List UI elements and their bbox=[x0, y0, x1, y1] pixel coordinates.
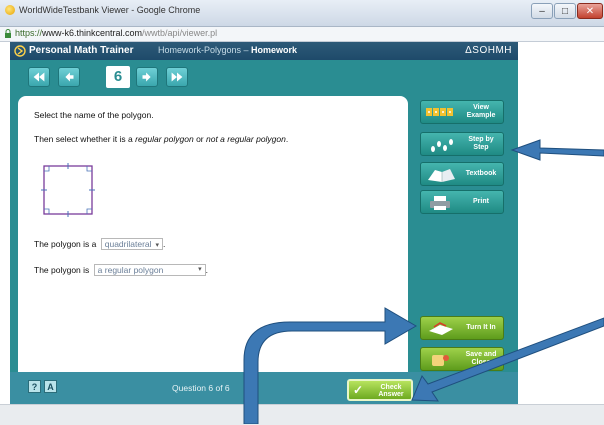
answer-2-label: The polygon is bbox=[34, 265, 90, 275]
window-title: WorldWideTestbank Viewer - Google Chrome bbox=[19, 5, 201, 15]
arrow-right-icon bbox=[142, 72, 151, 82]
regularity-value: a regular polygon bbox=[97, 265, 164, 275]
answer-1-label: The polygon is a bbox=[34, 239, 97, 249]
step-by-step-label: Step by Step bbox=[468, 136, 494, 151]
close-button[interactable]: ✕ bbox=[577, 3, 603, 19]
url-scheme: https:// bbox=[15, 28, 43, 38]
turn-it-in-label: Turn It In bbox=[466, 324, 496, 331]
check-answer-label: Check Answer bbox=[378, 384, 404, 398]
chrome-icon bbox=[5, 5, 15, 15]
title-bar: WorldWideTestbank Viewer - Google Chrome… bbox=[0, 0, 604, 27]
view-example-button[interactable]: View Example bbox=[420, 100, 504, 124]
open-book-icon bbox=[428, 169, 455, 182]
polygon-name-dropdown[interactable]: quadrilateral ▾ bbox=[100, 238, 164, 250]
dropdown-arrow-icon: ▾ bbox=[198, 266, 202, 273]
answer-2-period: . bbox=[205, 265, 209, 275]
check-answer-button[interactable]: ✓ Check Answer bbox=[347, 379, 413, 401]
hmh-logo: ΔSOHMH bbox=[465, 45, 512, 56]
turn-in-tray-icon bbox=[429, 322, 453, 335]
printer-icon bbox=[430, 196, 450, 210]
math-trainer-app: Personal Math Trainer Homework-Polygons … bbox=[10, 42, 518, 404]
instruction-period: . bbox=[285, 134, 289, 144]
next-question-button[interactable] bbox=[136, 67, 158, 87]
address-bar[interactable]: https://www-k6.thinkcentral.com/wwtb/api… bbox=[0, 27, 604, 42]
trainer-logo-icon bbox=[14, 45, 26, 57]
minimize-button[interactable]: – bbox=[531, 3, 553, 19]
question-instruction: Then select whether it is a regular poly… bbox=[34, 134, 288, 144]
arrow-left-icon bbox=[65, 72, 74, 82]
save-and-close-button[interactable]: Save and Close bbox=[420, 347, 504, 371]
save-close-icon bbox=[432, 355, 449, 366]
help-button[interactable]: ? bbox=[28, 380, 41, 393]
polygon-figure bbox=[41, 163, 95, 217]
instruction-part-3: or bbox=[193, 134, 206, 144]
turn-it-in-button[interactable]: Turn It In bbox=[420, 316, 504, 340]
app-header: Personal Math Trainer Homework-Polygons … bbox=[10, 42, 518, 60]
answer-row-2: The polygon is a regular polygon ▾. bbox=[34, 264, 208, 276]
last-question-button[interactable] bbox=[166, 67, 188, 87]
print-button[interactable]: Print bbox=[420, 190, 504, 214]
answer-1-period: . bbox=[163, 239, 166, 249]
url-text[interactable]: https://www-k6.thinkcentral.com/wwtb/api… bbox=[15, 28, 217, 38]
question-footer: ? A Question 6 of 6 bbox=[10, 372, 518, 404]
current-question-number: 6 bbox=[106, 66, 130, 88]
textbook-button[interactable]: Textbook bbox=[420, 162, 504, 186]
print-label: Print bbox=[473, 198, 489, 205]
dropdown-arrow-icon: ▾ bbox=[155, 242, 160, 249]
maximize-button[interactable]: □ bbox=[554, 3, 576, 19]
step-by-step-button[interactable]: Step by Step bbox=[420, 132, 504, 156]
url-path: /wwtb/api/viewer.pl bbox=[142, 28, 218, 38]
browser-status-strip bbox=[0, 404, 604, 425]
instruction-part-1: Then select whether it is a bbox=[34, 134, 136, 144]
assignment-type: Homework bbox=[251, 45, 298, 55]
question-prompt: Select the name of the polygon. bbox=[34, 110, 154, 120]
regularity-dropdown[interactable]: a regular polygon ▾ bbox=[93, 264, 206, 276]
save-and-close-label: Save and Close bbox=[465, 351, 497, 366]
footsteps-icon bbox=[431, 139, 453, 152]
rewind-icon bbox=[33, 72, 45, 82]
instruction-regular: regular polygon bbox=[135, 134, 194, 144]
question-panel: Select the name of the polygon. Then sel… bbox=[18, 96, 408, 382]
textbook-label: Textbook bbox=[465, 170, 497, 177]
arrow-to-step-by-step bbox=[510, 139, 604, 161]
tools-button[interactable]: A bbox=[44, 380, 57, 393]
app-title: Personal Math Trainer bbox=[29, 45, 134, 56]
fast-forward-icon bbox=[171, 72, 183, 82]
url-host: www-k6.thinkcentral.com bbox=[42, 28, 143, 38]
previous-question-button[interactable] bbox=[58, 67, 80, 87]
assignment-name: Homework-Polygons – bbox=[158, 45, 252, 55]
view-example-label: View Example bbox=[466, 104, 496, 119]
browser-window: WorldWideTestbank Viewer - Google Chrome… bbox=[0, 0, 604, 425]
instruction-not-regular: not a regular polygon bbox=[206, 134, 286, 144]
example-tiles-icon bbox=[426, 108, 453, 116]
lock-icon bbox=[5, 29, 11, 38]
answer-row-1: The polygon is a quadrilateral ▾. bbox=[34, 238, 165, 250]
question-counter: Question 6 of 6 bbox=[172, 383, 230, 393]
first-question-button[interactable] bbox=[28, 67, 50, 87]
checkmark-icon: ✓ bbox=[353, 383, 364, 397]
assignment-breadcrumb: Homework-Polygons – Homework bbox=[158, 45, 297, 55]
polygon-name-value: quadrilateral bbox=[104, 239, 152, 249]
